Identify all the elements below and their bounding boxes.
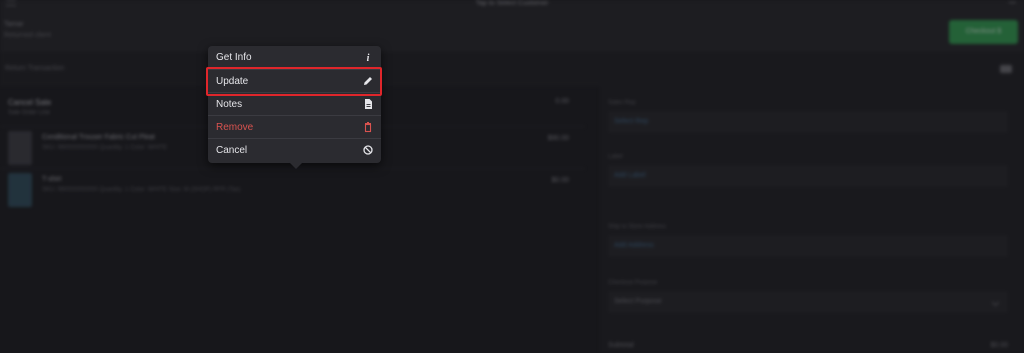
tag-icon[interactable]	[1000, 65, 1012, 73]
item-name: Conditional Trouser Fabric Cut Pleat	[42, 134, 155, 141]
field-label: Label	[608, 154, 623, 160]
field-value[interactable]: Select Rep	[608, 111, 1008, 133]
field-value[interactable]: Select Purpose	[608, 291, 1008, 313]
field-label: Ship to Store Address	[608, 224, 667, 230]
item-desc: SKU: 990000000000 Quantity: 1 Color: WHI…	[42, 145, 168, 151]
section-subtitle: Sale Order Line	[8, 110, 51, 116]
item-name: T-shirt	[42, 176, 62, 183]
popover-arrow	[288, 161, 304, 169]
menu-item-label: Get Info	[216, 52, 252, 63]
order-details-panel: Sales Rep Select Rep Label Add Label Shi…	[600, 86, 1024, 353]
item-desc: SKU: 990000000000 Quantity: 1 Color: WHI…	[42, 187, 241, 193]
remove-menu-item[interactable]: Remove	[208, 115, 381, 138]
item-price: $0.00	[551, 177, 569, 184]
field-value[interactable]: Add Address	[608, 235, 1008, 257]
label-field[interactable]: Label Add Label	[608, 154, 1008, 187]
update-highlight-box	[206, 67, 382, 96]
menu-item-label: Remove	[216, 122, 254, 133]
document-icon	[365, 99, 372, 109]
customer-select-title[interactable]: Tap to Select Customer	[0, 0, 1024, 7]
cancel-menu-item[interactable]: Cancel	[208, 138, 381, 161]
list-item[interactable]: T-shirt SKU: 990000000000 Quantity: 1 Co…	[0, 168, 585, 210]
item-actions-popover: Get Info i Update Notes Remove Cancel	[208, 46, 381, 169]
checkout-button[interactable]: Checkout $	[949, 20, 1018, 44]
item-price: $90.00	[547, 135, 569, 142]
field-label: Sales Rep	[608, 100, 636, 106]
sales-rep-field[interactable]: Sales Rep Select Rep	[608, 100, 1008, 133]
cancel-icon	[363, 145, 373, 155]
subtotal-amount: $0.00	[990, 342, 1008, 349]
top-bar: Tap to Select Customer ••• Tamar Returne…	[0, 0, 1024, 52]
subtotal-label: Subtotal	[608, 342, 634, 349]
menu-item-label: Notes	[216, 99, 243, 110]
product-thumbnail	[8, 173, 32, 207]
info-icon: i	[367, 53, 370, 64]
svg-text:i: i	[367, 53, 370, 64]
section-title: Cancel Sale	[8, 98, 52, 107]
trash-icon	[364, 122, 372, 133]
background-screen: Tap to Select Customer ••• Tamar Returne…	[0, 0, 1024, 353]
purpose-select[interactable]: Checkout Purpose Select Purpose	[608, 280, 1008, 313]
product-thumbnail	[8, 131, 32, 165]
customer-label: Tamar	[4, 21, 24, 28]
more-icon[interactable]: •••	[1009, 0, 1016, 7]
return-transaction-link[interactable]: Return Transaction	[5, 65, 64, 72]
sub-bar: Return Transaction	[0, 52, 1024, 86]
menu-item-label: Cancel	[216, 145, 248, 156]
section-amount: 0.00	[555, 98, 569, 105]
get-info-menu-item[interactable]: Get Info i	[208, 46, 381, 69]
address-field[interactable]: Ship to Store Address Add Address	[608, 224, 1008, 257]
app-window: Tap to Select Customer ••• Tamar Returne…	[0, 0, 1024, 353]
field-label: Checkout Purpose	[608, 280, 658, 286]
customer-sub: Returned client	[4, 32, 52, 39]
field-value[interactable]: Add Label	[608, 165, 1008, 187]
